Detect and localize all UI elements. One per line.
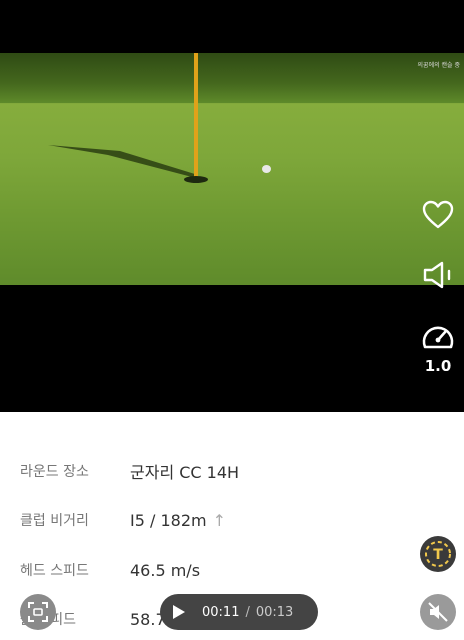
video-area[interactable]: 의꿈에의 캔슬 중 1.0 xyxy=(0,0,464,412)
playback-control[interactable]: 00:11 / 00:13 xyxy=(160,594,318,630)
golf-ball xyxy=(262,165,271,173)
video-frame[interactable]: 의꿈에의 캔슬 중 xyxy=(0,53,464,285)
info-label: 헤드 스피드 xyxy=(20,563,89,579)
info-label: 클럽 비거리 xyxy=(20,513,89,529)
info-value: I5 / 182m xyxy=(130,510,207,530)
speaker-icon[interactable] xyxy=(420,257,456,293)
info-value: 46.5 m/s xyxy=(130,560,201,580)
screenshot-button[interactable] xyxy=(20,594,56,630)
arrow-up-icon: ↑ xyxy=(212,510,226,530)
text-toggle-button[interactable]: T xyxy=(420,536,456,572)
muted-speaker-icon xyxy=(428,602,448,622)
video-watermark: 의꿈에의 캔슬 중 xyxy=(417,62,460,69)
duration: 00:13 xyxy=(255,604,294,620)
mute-button[interactable] xyxy=(420,594,456,630)
flag-shadow xyxy=(48,145,198,177)
info-row-head-speed: 헤드 스피드 46.5 m/s xyxy=(20,555,420,585)
play-icon[interactable] xyxy=(172,604,186,620)
playback-speed-label[interactable]: 1.0 xyxy=(418,357,458,375)
golf-cup xyxy=(184,176,208,183)
capture-frame-icon xyxy=(28,602,48,622)
text-overlay-icon: T xyxy=(425,541,451,567)
info-row-club-distance: 클럽 비거리 I5 / 182m ↑ xyxy=(20,505,420,535)
svg-text:T: T xyxy=(433,547,443,563)
info-label: 라운드 장소 xyxy=(20,464,89,480)
info-row-course: 라운드 장소 군자리 CC 14H xyxy=(20,456,420,486)
heart-icon[interactable] xyxy=(420,197,456,233)
flag-pin xyxy=(194,53,198,181)
current-time: 00:11 xyxy=(202,604,240,620)
time-separator: / xyxy=(245,604,250,620)
speedometer-icon[interactable] xyxy=(420,318,456,354)
info-value: 군자리 CC 14H xyxy=(130,463,240,482)
green-bank xyxy=(0,53,464,103)
